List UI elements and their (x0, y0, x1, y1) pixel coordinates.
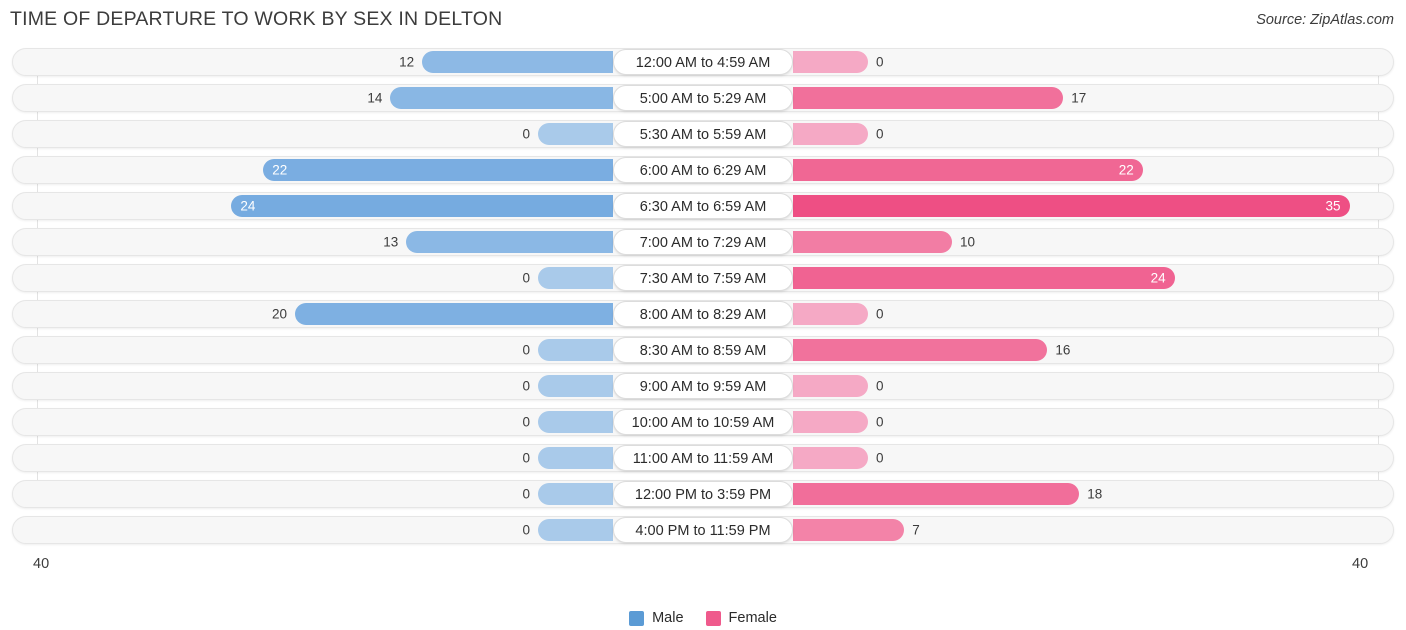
female-value: 10 (960, 234, 976, 250)
male-value: 0 (522, 486, 530, 502)
female-bar[interactable] (793, 483, 1080, 505)
chart-root: TIME OF DEPARTURE TO WORK BY SEX IN DELT… (0, 0, 1406, 626)
category-label: 8:30 AM to 8:59 AM (613, 337, 793, 363)
category-label: 12:00 PM to 3:59 PM (613, 481, 793, 507)
bar-row: 0 0 11:00 AM to 11:59 AM (0, 444, 1406, 472)
female-value: 0 (876, 414, 884, 430)
bar-row: 20 0 8:00 AM to 8:29 AM (0, 300, 1406, 328)
female-bar[interactable] (793, 123, 868, 145)
female-value: 7 (912, 522, 920, 538)
female-bar[interactable] (793, 231, 952, 253)
category-label: 6:00 AM to 6:29 AM (613, 157, 793, 183)
male-value: 0 (522, 342, 530, 358)
male-bar[interactable] (538, 267, 613, 289)
male-bar[interactable] (422, 51, 613, 73)
legend: Male Female (0, 606, 1406, 630)
male-bar[interactable] (538, 447, 613, 469)
bar-row: 0 0 10:00 AM to 10:59 AM (0, 408, 1406, 436)
female-value: 0 (876, 378, 884, 394)
legend-swatch-female-icon (705, 610, 721, 626)
female-bar[interactable] (793, 447, 868, 469)
female-value: 35 (1325, 198, 1341, 214)
male-bar[interactable] (295, 303, 613, 325)
female-bar[interactable] (793, 51, 868, 73)
legend-label-male: Male (652, 610, 684, 626)
female-bar[interactable]: 35 (793, 195, 1350, 217)
category-label: 5:30 AM to 5:59 AM (613, 121, 793, 147)
male-bar[interactable] (538, 339, 613, 361)
bar-row: 13 10 7:00 AM to 7:29 AM (0, 228, 1406, 256)
male-bar[interactable] (406, 231, 613, 253)
bar-row: 0 24 7:30 AM to 7:59 AM (0, 264, 1406, 292)
female-value: 18 (1087, 486, 1103, 502)
female-value: 22 (1118, 162, 1134, 178)
bar-row: 0 0 9:00 AM to 9:59 AM (0, 372, 1406, 400)
male-bar[interactable] (538, 375, 613, 397)
category-label: 11:00 AM to 11:59 AM (613, 445, 793, 471)
axis-labels: 40 40 (0, 556, 1406, 582)
male-value: 0 (522, 270, 530, 286)
bar-row: 12 0 12:00 AM to 4:59 AM (0, 48, 1406, 76)
male-bar[interactable] (538, 411, 613, 433)
male-value: 24 (240, 198, 256, 214)
male-value: 0 (522, 522, 530, 538)
female-value: 16 (1055, 342, 1071, 358)
legend-label-female: Female (728, 610, 777, 626)
male-bar[interactable]: 24 (231, 195, 613, 217)
bar-row: 14 17 5:00 AM to 5:29 AM (0, 84, 1406, 112)
male-value: 13 (383, 234, 399, 250)
axis-right-max: 40 (1352, 556, 1369, 572)
male-bar[interactable] (538, 483, 613, 505)
bar-rows: 12 0 12:00 AM to 4:59 AM 14 17 5:00 AM to 5:2… (0, 48, 1406, 552)
category-label: 5:00 AM to 5:29 AM (613, 85, 793, 111)
page-title: TIME OF DEPARTURE TO WORK BY SEX IN DELT… (10, 8, 503, 30)
category-label: 8:00 AM to 8:29 AM (613, 301, 793, 327)
female-bar[interactable] (793, 339, 1048, 361)
female-bar[interactable] (793, 303, 868, 325)
male-value: 0 (522, 450, 530, 466)
bar-row: 22 22 6:00 AM to 6:29 AM (0, 156, 1406, 184)
female-bar[interactable] (793, 375, 868, 397)
female-value: 0 (876, 450, 884, 466)
plot-area: 12 0 12:00 AM to 4:59 AM 14 17 5:00 AM to 5:2… (0, 48, 1406, 626)
legend-item-male[interactable]: Male (629, 610, 684, 626)
category-label: 10:00 AM to 10:59 AM (613, 409, 793, 435)
bar-row: 0 0 5:30 AM to 5:59 AM (0, 120, 1406, 148)
female-value: 0 (876, 54, 884, 70)
female-value: 0 (876, 126, 884, 142)
bar-row: 0 16 8:30 AM to 8:59 AM (0, 336, 1406, 364)
source-attribution: Source: ZipAtlas.com (1256, 12, 1394, 28)
bar-row: 24 35 6:30 AM to 6:59 AM (0, 192, 1406, 220)
category-label: 7:00 AM to 7:29 AM (613, 229, 793, 255)
female-bar[interactable] (793, 519, 905, 541)
male-value: 14 (367, 90, 383, 106)
male-bar[interactable] (538, 519, 613, 541)
female-value: 0 (876, 306, 884, 322)
bar-row: 0 18 12:00 PM to 3:59 PM (0, 480, 1406, 508)
legend-item-female[interactable]: Female (705, 610, 777, 626)
male-value: 0 (522, 126, 530, 142)
bar-row: 0 7 4:00 PM to 11:59 PM (0, 516, 1406, 544)
male-value: 22 (272, 162, 288, 178)
category-label: 6:30 AM to 6:59 AM (613, 193, 793, 219)
male-bar[interactable]: 22 (263, 159, 613, 181)
female-bar[interactable]: 22 (793, 159, 1143, 181)
legend-swatch-male-icon (629, 610, 645, 626)
category-label: 4:00 PM to 11:59 PM (613, 517, 793, 543)
female-bar[interactable] (793, 87, 1064, 109)
male-value: 12 (399, 54, 415, 70)
male-value: 20 (271, 306, 287, 322)
female-bar[interactable]: 24 (793, 267, 1175, 289)
male-bar[interactable] (390, 87, 613, 109)
male-value: 0 (522, 414, 530, 430)
male-value: 0 (522, 378, 530, 394)
male-bar[interactable] (538, 123, 613, 145)
category-label: 7:30 AM to 7:59 AM (613, 265, 793, 291)
category-label: 9:00 AM to 9:59 AM (613, 373, 793, 399)
female-value: 17 (1071, 90, 1087, 106)
female-bar[interactable] (793, 411, 868, 433)
category-label: 12:00 AM to 4:59 AM (613, 49, 793, 75)
female-value: 24 (1150, 270, 1166, 286)
axis-left-max: 40 (33, 556, 50, 572)
